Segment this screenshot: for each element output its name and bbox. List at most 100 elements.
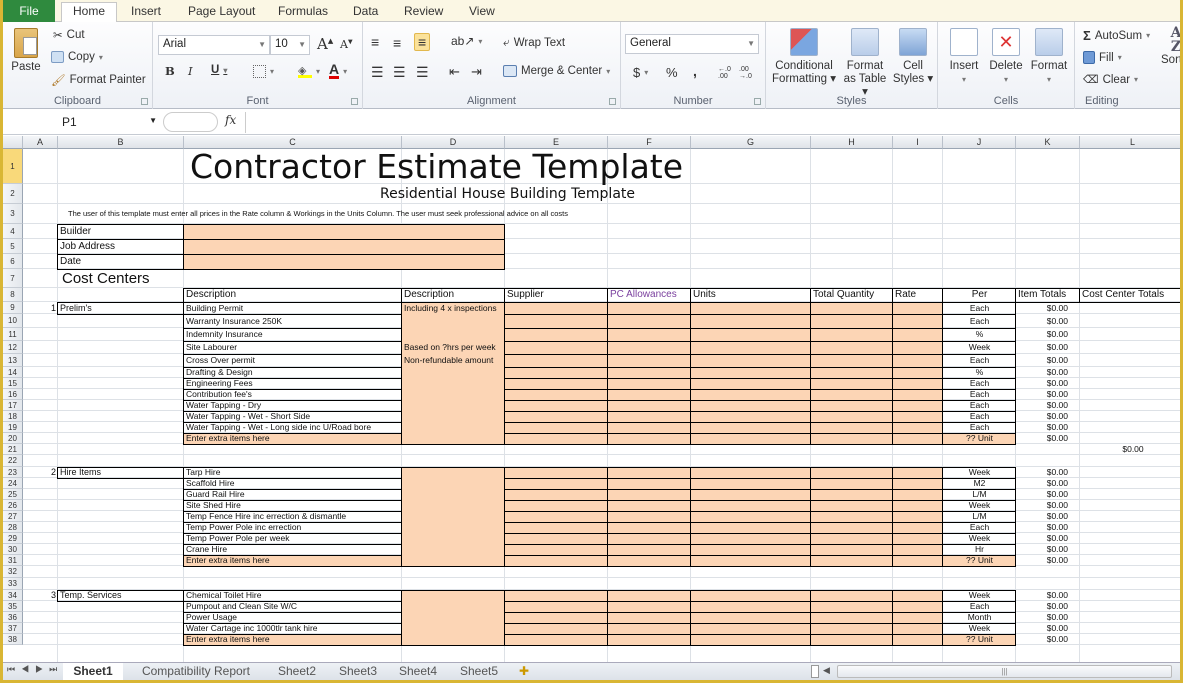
- row-header[interactable]: 8: [3, 288, 23, 302]
- estimate-input[interactable]: [608, 422, 691, 433]
- note-input[interactable]: [402, 601, 505, 612]
- row-header[interactable]: 37: [3, 623, 23, 634]
- underline-button[interactable]: U ▾: [211, 64, 227, 76]
- note-input[interactable]: [402, 478, 505, 489]
- estimate-input[interactable]: [608, 378, 691, 389]
- estimate-input[interactable]: [691, 522, 811, 533]
- row-header[interactable]: 35: [3, 601, 23, 612]
- insert-cells-button[interactable]: Insert ▾: [944, 28, 984, 86]
- estimate-input[interactable]: [893, 328, 943, 341]
- estimate-input[interactable]: [811, 489, 893, 500]
- info-input[interactable]: [184, 254, 505, 269]
- row-header[interactable]: 4: [3, 224, 23, 239]
- estimate-input[interactable]: [893, 354, 943, 367]
- estimate-input[interactable]: [893, 612, 943, 623]
- row-header[interactable]: 24: [3, 478, 23, 489]
- italic-button[interactable]: I: [188, 64, 193, 78]
- align-left-button[interactable]: ☰: [371, 64, 384, 81]
- estimate-input[interactable]: [893, 601, 943, 612]
- note-input[interactable]: [402, 389, 505, 400]
- estimate-input[interactable]: [608, 555, 691, 566]
- row-header[interactable]: 10: [3, 314, 23, 328]
- estimate-input[interactable]: [893, 478, 943, 489]
- note-input[interactable]: [402, 522, 505, 533]
- estimate-input[interactable]: [505, 478, 608, 489]
- estimate-input[interactable]: [505, 328, 608, 341]
- note-input[interactable]: [402, 590, 505, 601]
- estimate-input[interactable]: [608, 612, 691, 623]
- last-sheet-icon[interactable]: ⏭: [49, 664, 63, 674]
- estimate-input[interactable]: [505, 411, 608, 422]
- row-header[interactable]: 13: [3, 354, 23, 367]
- column-header[interactable]: B: [58, 136, 184, 149]
- autosum-button[interactable]: Σ AutoSum ▾: [1083, 28, 1150, 43]
- estimate-input[interactable]: [811, 314, 893, 328]
- delete-cells-button[interactable]: ✕ Delete ▾: [986, 28, 1026, 86]
- row-header[interactable]: 29: [3, 533, 23, 544]
- estimate-input[interactable]: [691, 590, 811, 601]
- column-header[interactable]: L: [1080, 136, 1180, 149]
- note-input[interactable]: [402, 314, 505, 328]
- estimate-input[interactable]: [505, 433, 608, 444]
- info-input[interactable]: [184, 239, 505, 254]
- alignment-launcher-icon[interactable]: [609, 98, 616, 105]
- conditional-formatting-button[interactable]: Conditional Formatting ▾: [770, 28, 838, 86]
- row-header[interactable]: 5: [3, 239, 23, 254]
- estimate-input[interactable]: [691, 489, 811, 500]
- estimate-input[interactable]: [691, 400, 811, 411]
- cell-styles-button[interactable]: Cell Styles ▾: [892, 28, 934, 86]
- estimate-input[interactable]: [691, 422, 811, 433]
- row-header[interactable]: 19: [3, 422, 23, 433]
- estimate-input[interactable]: [811, 511, 893, 522]
- estimate-input[interactable]: [608, 489, 691, 500]
- row-header[interactable]: 26: [3, 500, 23, 511]
- estimate-input[interactable]: [608, 389, 691, 400]
- estimate-input[interactable]: [608, 522, 691, 533]
- comma-button[interactable]: ,: [693, 63, 697, 79]
- estimate-input[interactable]: [608, 601, 691, 612]
- note-input[interactable]: [402, 612, 505, 623]
- note-input[interactable]: [402, 500, 505, 511]
- estimate-input[interactable]: [608, 367, 691, 378]
- note-input[interactable]: [402, 511, 505, 522]
- estimate-input[interactable]: [691, 302, 811, 314]
- note-input[interactable]: [402, 411, 505, 422]
- estimate-input[interactable]: [893, 411, 943, 422]
- estimate-input[interactable]: [691, 533, 811, 544]
- row-header[interactable]: 1: [3, 149, 23, 184]
- paste-button[interactable]: Paste: [7, 28, 45, 74]
- estimate-input[interactable]: [691, 411, 811, 422]
- estimate-input[interactable]: [893, 623, 943, 634]
- estimate-input[interactable]: [505, 314, 608, 328]
- increase-indent-button[interactable]: ⇥: [471, 64, 482, 80]
- first-sheet-icon[interactable]: ⏮: [7, 664, 21, 674]
- row-header[interactable]: 21: [3, 444, 23, 455]
- estimate-input[interactable]: [893, 400, 943, 411]
- estimate-input[interactable]: [811, 302, 893, 314]
- sheet-tab-sheet4[interactable]: Sheet4: [390, 663, 446, 680]
- estimate-input[interactable]: [608, 433, 691, 444]
- estimate-input[interactable]: [691, 389, 811, 400]
- estimate-input[interactable]: [811, 367, 893, 378]
- estimate-input[interactable]: [893, 389, 943, 400]
- row-header[interactable]: 18: [3, 411, 23, 422]
- row-header[interactable]: 27: [3, 511, 23, 522]
- estimate-input[interactable]: [893, 367, 943, 378]
- estimate-input[interactable]: [691, 467, 811, 478]
- column-header[interactable]: G: [691, 136, 811, 149]
- estimate-input[interactable]: [893, 500, 943, 511]
- tab-view[interactable]: View: [469, 3, 495, 22]
- shrink-font-button[interactable]: A▼: [340, 38, 353, 51]
- estimate-input[interactable]: [691, 328, 811, 341]
- estimate-input[interactable]: [608, 341, 691, 354]
- sheet-nav-buttons[interactable]: ⏮◀▶⏭: [7, 664, 63, 675]
- estimate-input[interactable]: [505, 522, 608, 533]
- currency-button[interactable]: $ ▾: [633, 65, 648, 80]
- estimate-input[interactable]: [608, 411, 691, 422]
- estimate-input[interactable]: [505, 601, 608, 612]
- estimate-input[interactable]: [505, 422, 608, 433]
- decrease-indent-button[interactable]: ⇤: [449, 64, 460, 80]
- row-header[interactable]: 11: [3, 328, 23, 341]
- percent-button[interactable]: %: [666, 65, 678, 80]
- prev-sheet-icon[interactable]: ◀: [21, 664, 35, 674]
